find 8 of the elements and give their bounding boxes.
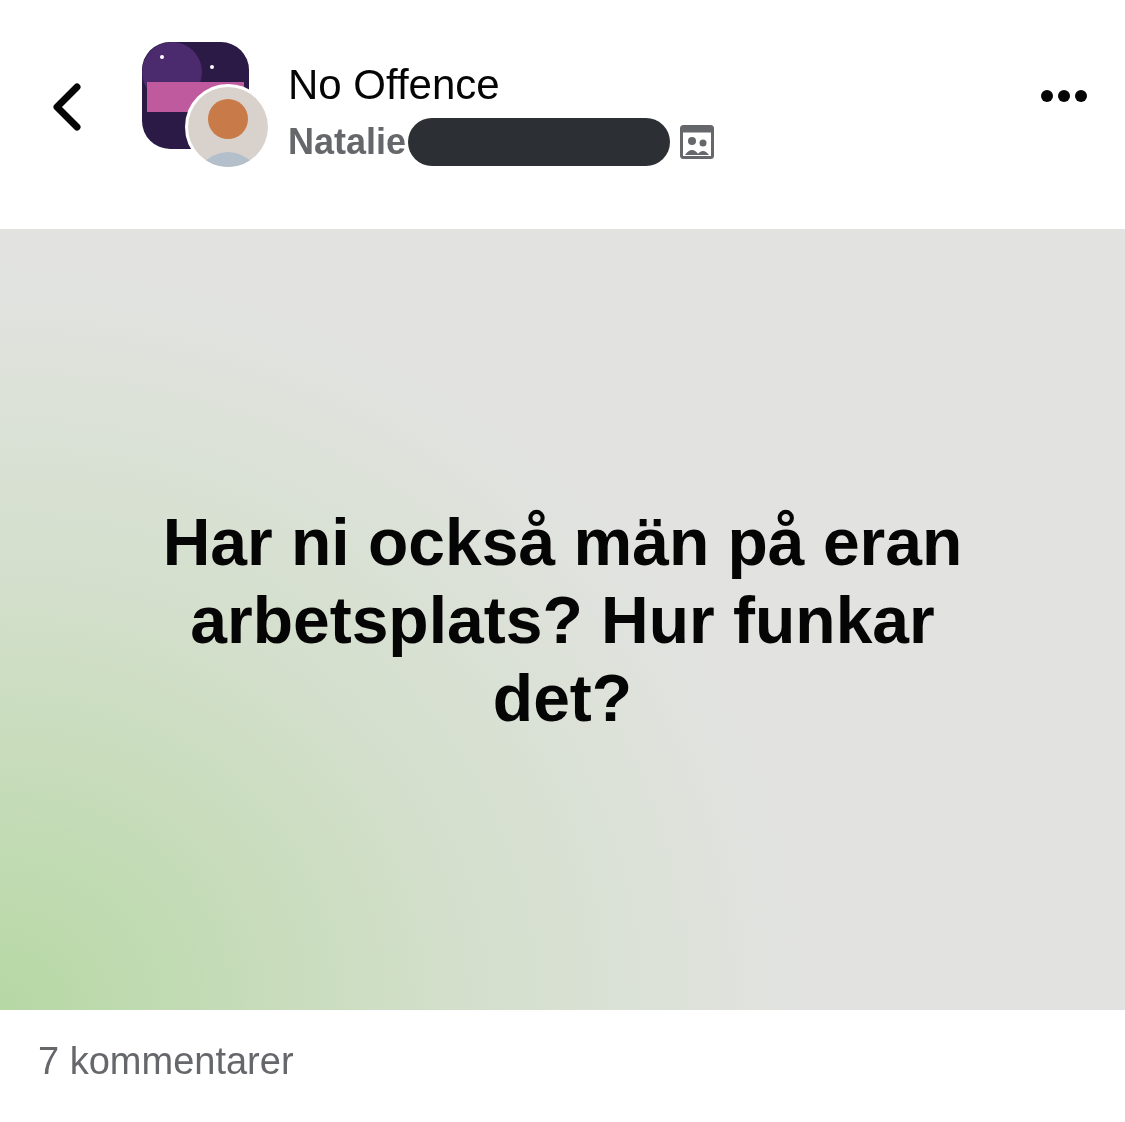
more-icon bbox=[1039, 88, 1089, 104]
post-text: Har ni också män på eran arbetsplats? Hur funkar det? bbox=[161, 503, 964, 737]
back-icon bbox=[52, 83, 82, 131]
group-name[interactable]: No Offence bbox=[288, 60, 715, 110]
more-button[interactable] bbox=[1039, 88, 1089, 104]
author-name[interactable]: Natalie bbox=[288, 120, 407, 164]
comment-count[interactable]: 7 kommentarer bbox=[38, 1040, 294, 1082]
group-members-icon bbox=[680, 125, 715, 159]
